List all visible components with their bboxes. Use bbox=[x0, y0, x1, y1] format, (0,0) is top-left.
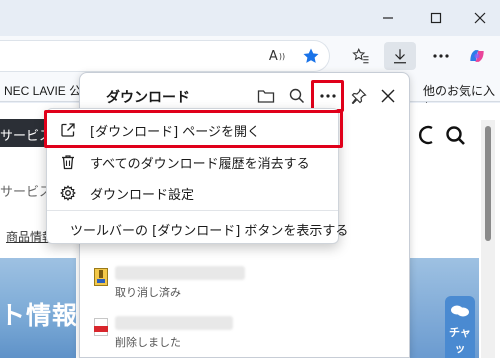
download-filename-blurred bbox=[115, 266, 245, 280]
chat-icon bbox=[451, 305, 469, 317]
download-filename-blurred bbox=[115, 316, 233, 330]
gear-icon bbox=[58, 183, 78, 203]
downloads-title: ダウンロード bbox=[106, 90, 190, 106]
close-panel-icon[interactable] bbox=[374, 83, 402, 109]
favorite-star-icon[interactable] bbox=[296, 42, 326, 70]
trash-icon bbox=[58, 152, 78, 172]
menu-item-label: すべてのダウンロード履歴を消去する bbox=[90, 156, 310, 172]
menu-item-clear-history[interactable]: すべてのダウンロード履歴を消去する bbox=[48, 147, 337, 177]
title-bar bbox=[0, 0, 500, 36]
download-status: 取り消し済み bbox=[115, 286, 181, 299]
close-icon[interactable] bbox=[460, 4, 500, 32]
settings-more-icon[interactable] bbox=[426, 42, 456, 70]
menu-divider bbox=[47, 210, 338, 211]
page-header-icons bbox=[418, 124, 478, 150]
read-aloud-label: A bbox=[268, 48, 278, 64]
search-icon[interactable] bbox=[283, 83, 311, 109]
favorites-icon[interactable] bbox=[346, 42, 376, 70]
menu-item-label: ダウンロード設定 bbox=[90, 187, 195, 203]
banner-text: ト情報 bbox=[0, 301, 79, 330]
menu-item-show-toolbar-button[interactable]: ツールバーの [ダウンロード] ボタンを表示する bbox=[48, 214, 348, 244]
pdf-file-icon bbox=[94, 318, 108, 336]
archive-file-icon bbox=[94, 268, 108, 286]
chat-label: チャッ bbox=[449, 326, 471, 355]
scrollbar-thumb[interactable] bbox=[485, 126, 491, 241]
chat-button[interactable]: チャッ bbox=[445, 296, 475, 358]
maximize-icon[interactable] bbox=[416, 4, 456, 32]
menu-item-download-settings[interactable]: ダウンロード設定 bbox=[48, 178, 337, 208]
download-status: 削除しました bbox=[115, 336, 181, 349]
downloads-toolbar-icon[interactable] bbox=[384, 42, 416, 70]
minimize-icon[interactable] bbox=[368, 4, 408, 32]
download-item[interactable]: 削除しました bbox=[86, 316, 386, 356]
menu-item-label: ツールバーの [ダウンロード] ボタンを表示する bbox=[70, 223, 349, 239]
toolbar: A )) bbox=[0, 36, 500, 76]
download-item[interactable]: 取り消し済み bbox=[86, 266, 386, 306]
menu-item-highlight bbox=[44, 110, 343, 148]
copilot-icon[interactable] bbox=[462, 42, 492, 70]
read-aloud-icon[interactable]: A )) bbox=[262, 42, 292, 70]
pin-icon[interactable] bbox=[345, 83, 373, 109]
open-folder-icon[interactable] bbox=[252, 83, 280, 109]
